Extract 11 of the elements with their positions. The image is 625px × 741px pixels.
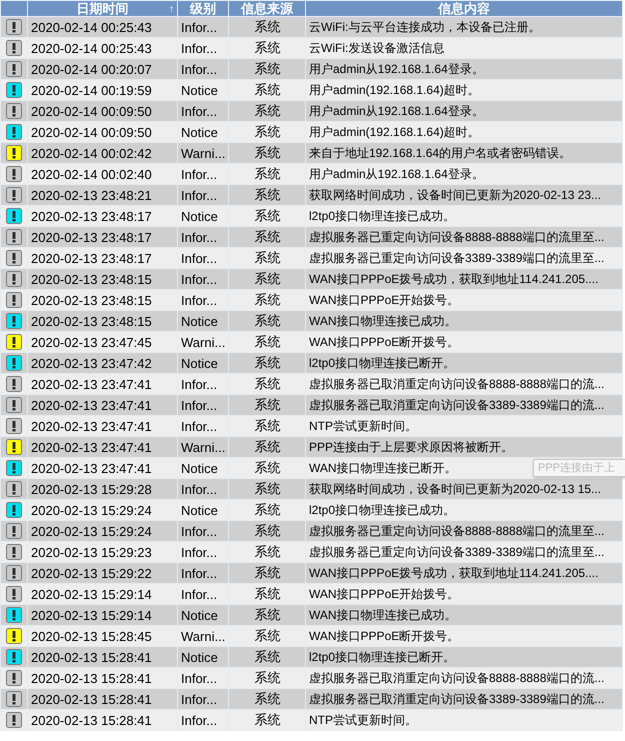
time-cell: 2020-02-13 15:28:41 (28, 710, 178, 730)
column-header-blank[interactable] (0, 0, 28, 16)
column-header[interactable]: 信息内容 (306, 0, 622, 16)
sort-arrow: ↑ (169, 3, 174, 17)
tooltip: PPP连接由于上 (533, 459, 625, 477)
message-cell: NTP尝试更新时间。 (306, 710, 622, 730)
column-header[interactable]: 信息来源 (228, 0, 306, 16)
source-cell: 系统 (228, 710, 306, 730)
column-header[interactable]: 级别 (178, 0, 228, 16)
level-cell: Infor... (178, 710, 228, 730)
column-header[interactable]: 日期时间 ↑ (28, 0, 178, 16)
